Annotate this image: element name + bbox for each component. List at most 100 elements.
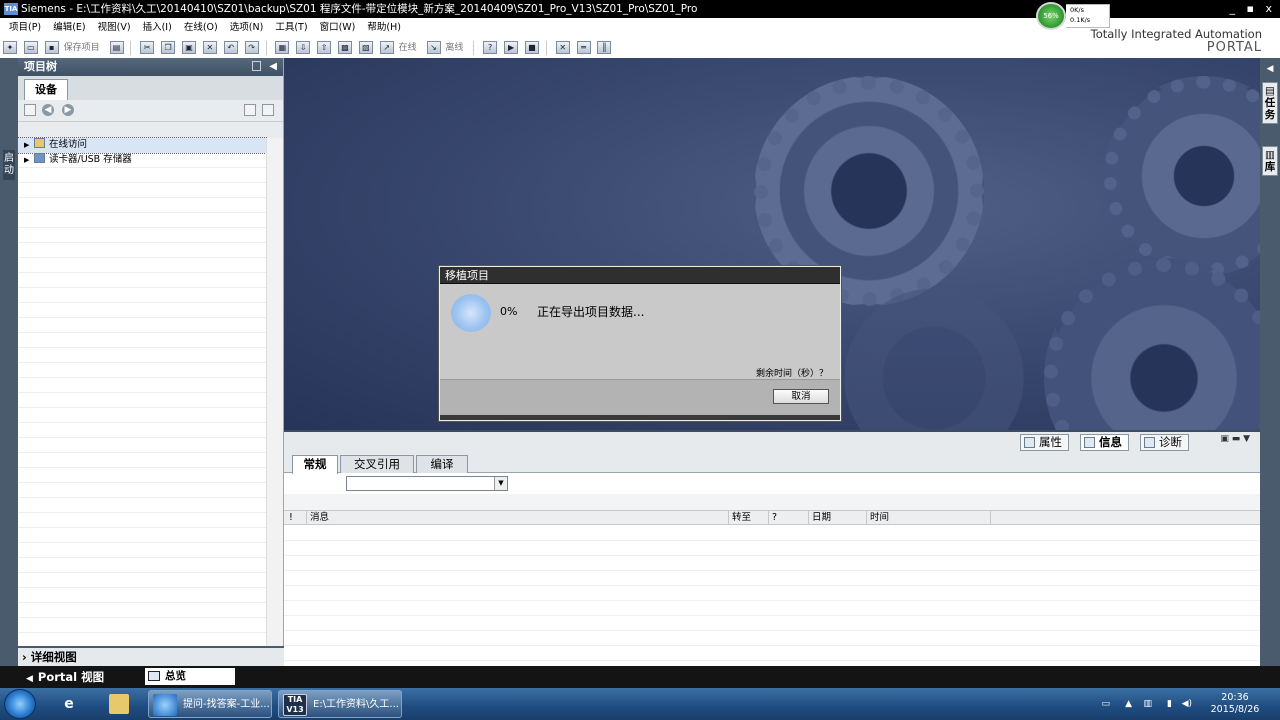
column-filler: [990, 511, 1260, 524]
panel-window-controls[interactable]: ▣ ▬ ▼: [1220, 434, 1250, 444]
paste-icon[interactable]: ▣: [182, 41, 197, 54]
go-offline-button[interactable]: 离线: [445, 38, 463, 58]
window-controls[interactable]: _ ▪ x: [1230, 0, 1276, 18]
toolbar-separator: [265, 41, 267, 55]
menu-insert[interactable]: 插入(I): [143, 18, 172, 38]
ie-pinned[interactable]: e: [50, 690, 88, 718]
tia-logo-icon: TIA: [4, 3, 18, 15]
subtab-compile[interactable]: 编译: [416, 455, 468, 473]
start-cpu-icon[interactable]: ▶: [504, 41, 519, 54]
collapse-left-icon[interactable]: ◀: [269, 58, 277, 76]
save-project-button[interactable]: 保存项目: [64, 38, 100, 58]
column-time[interactable]: 时间: [866, 511, 990, 524]
go-online-button[interactable]: 在线: [399, 38, 417, 58]
start-tab[interactable]: 启动: [3, 150, 15, 180]
download-icon[interactable]: ⇩: [296, 41, 311, 54]
tasks-tab[interactable]: ▤ 任务: [1262, 82, 1278, 124]
detail-view-bar[interactable]: › 详细视图: [18, 646, 284, 666]
expand-right-icon[interactable]: ◀: [1260, 58, 1280, 80]
go-offline-icon[interactable]: ↘: [426, 41, 441, 54]
menu-window[interactable]: 窗口(W): [320, 18, 356, 38]
tree-item-card-reader[interactable]: ▶ 读卡器/USB 存储器: [18, 153, 266, 168]
menu-online[interactable]: 在线(O): [184, 18, 218, 38]
expand-arrow-icon[interactable]: ▶: [24, 153, 34, 167]
upload-icon[interactable]: ⇧: [317, 41, 332, 54]
volume-icon[interactable]: ◀): [1182, 699, 1192, 709]
pin-icon[interactable]: [252, 61, 261, 71]
progress-message: 正在导出项目数据...: [537, 305, 645, 319]
overview-button[interactable]: 总览: [145, 668, 235, 685]
tia-portal-window: TIA Siemens - E:\工作资料\久工\20140410\SZ01\ba…: [0, 0, 1280, 720]
tab-diagnostics[interactable]: 诊断: [1140, 434, 1189, 451]
add-icon[interactable]: [24, 104, 36, 116]
brand-line2: PORTAL: [1206, 40, 1262, 55]
open-project-icon[interactable]: ▭: [23, 41, 38, 54]
subtab-general[interactable]: 常规: [292, 455, 338, 474]
migrate-project-dialog: 移植项目 0% 正在导出项目数据... 剩余时间（秒）？ 取消: [438, 265, 842, 422]
menu-options[interactable]: 选项(N): [230, 18, 264, 38]
column-goto[interactable]: 转至: [728, 511, 768, 524]
menu-project[interactable]: 项目(P): [9, 18, 41, 38]
menu-view[interactable]: 视图(V): [98, 18, 131, 38]
tree-item-online-access[interactable]: ▶ 在线访问: [17, 137, 267, 154]
column-help[interactable]: ?: [768, 511, 808, 524]
cross-icon[interactable]: ✕: [555, 41, 570, 54]
network-icon[interactable]: ▥: [1143, 699, 1152, 709]
menu-help[interactable]: 帮助(H): [367, 18, 401, 38]
signal-icon[interactable]: ▮: [1167, 699, 1172, 709]
column-severity[interactable]: !: [286, 511, 293, 524]
undo-icon[interactable]: ↶: [223, 41, 238, 54]
cut-icon[interactable]: ✂: [140, 41, 155, 54]
device-config-icon[interactable]: ▧: [358, 41, 373, 54]
delete-icon[interactable]: ✕: [202, 41, 217, 54]
filter-band: [284, 494, 1260, 510]
libraries-tab[interactable]: ▥ 库: [1262, 146, 1278, 176]
start-button[interactable]: [4, 689, 36, 719]
windows-taskbar: e 提问-找答案-工业... TIA V13 E:\工作资料\久工... ▭ ▲ ▥…: [0, 688, 1280, 720]
portal-view-button[interactable]: ◀ Portal 视图: [26, 666, 104, 690]
go-online-icon[interactable]: ↗: [379, 41, 394, 54]
chevron-down-icon[interactable]: ▼: [494, 477, 507, 490]
copy-icon[interactable]: ❐: [161, 41, 176, 54]
explorer-pinned[interactable]: [100, 690, 138, 718]
message-filter-select[interactable]: ▼: [346, 476, 508, 491]
tab-devices[interactable]: 设备: [24, 79, 68, 100]
tree-spacer: [18, 122, 283, 138]
project-tree-panel: 项目树 ◀ 设备 ◀ ▶ ▶ 在线访问 ▶ 读卡器/USB 存储器: [17, 58, 284, 666]
split-vertical-icon[interactable]: ║: [597, 41, 612, 54]
save-icon[interactable]: ▪: [44, 41, 59, 54]
clock[interactable]: 20:36 2015/8/26: [1210, 692, 1260, 716]
subtab-cross-references[interactable]: 交叉引用: [340, 455, 414, 473]
compile-icon[interactable]: ▦: [275, 41, 290, 54]
tree-scrollbar[interactable]: [266, 138, 283, 646]
redo-icon[interactable]: ↷: [244, 41, 259, 54]
cancel-button[interactable]: 取消: [773, 389, 829, 404]
menu-edit[interactable]: 编辑(E): [53, 18, 85, 38]
network-up-rate: 0K/s: [1070, 6, 1084, 14]
accessible-devices-icon[interactable]: ?: [483, 41, 498, 54]
tab-label: 信息: [1099, 435, 1122, 449]
overview-icon[interactable]: [262, 104, 274, 116]
column-date[interactable]: 日期: [808, 511, 866, 524]
diagnostics-icon: [1144, 437, 1155, 448]
taskbar-browser[interactable]: 提问-找答案-工业...: [148, 690, 272, 718]
keyboard-icon[interactable]: ▭: [1101, 699, 1110, 709]
stop-cpu-icon[interactable]: ■: [524, 41, 539, 54]
print-icon[interactable]: ▤: [109, 41, 124, 54]
libraries-icon: ▥: [1265, 149, 1275, 161]
table-view-icon[interactable]: [244, 104, 256, 116]
split-horizontal-icon[interactable]: ═: [576, 41, 591, 54]
remaining-time: 剩余时间（秒）？: [755, 369, 828, 379]
taskbar-tia-portal[interactable]: TIA V13 E:\工作资料\久工...: [278, 690, 402, 718]
forward-icon[interactable]: ▶: [62, 104, 74, 116]
new-project-icon[interactable]: ✦: [3, 41, 17, 54]
menu-tools[interactable]: 工具(T): [275, 18, 307, 38]
back-icon[interactable]: ◀: [42, 104, 54, 116]
project-tree-nav: ◀ ▶: [18, 100, 283, 122]
tab-info[interactable]: 信息: [1080, 434, 1129, 451]
expand-arrow-icon[interactable]: ▶: [24, 138, 34, 152]
show-hidden-icons[interactable]: ▲: [1125, 699, 1132, 709]
column-message[interactable]: 消息: [306, 511, 728, 524]
tab-properties[interactable]: 属性: [1020, 434, 1069, 451]
simulation-icon[interactable]: ▩: [338, 41, 353, 54]
